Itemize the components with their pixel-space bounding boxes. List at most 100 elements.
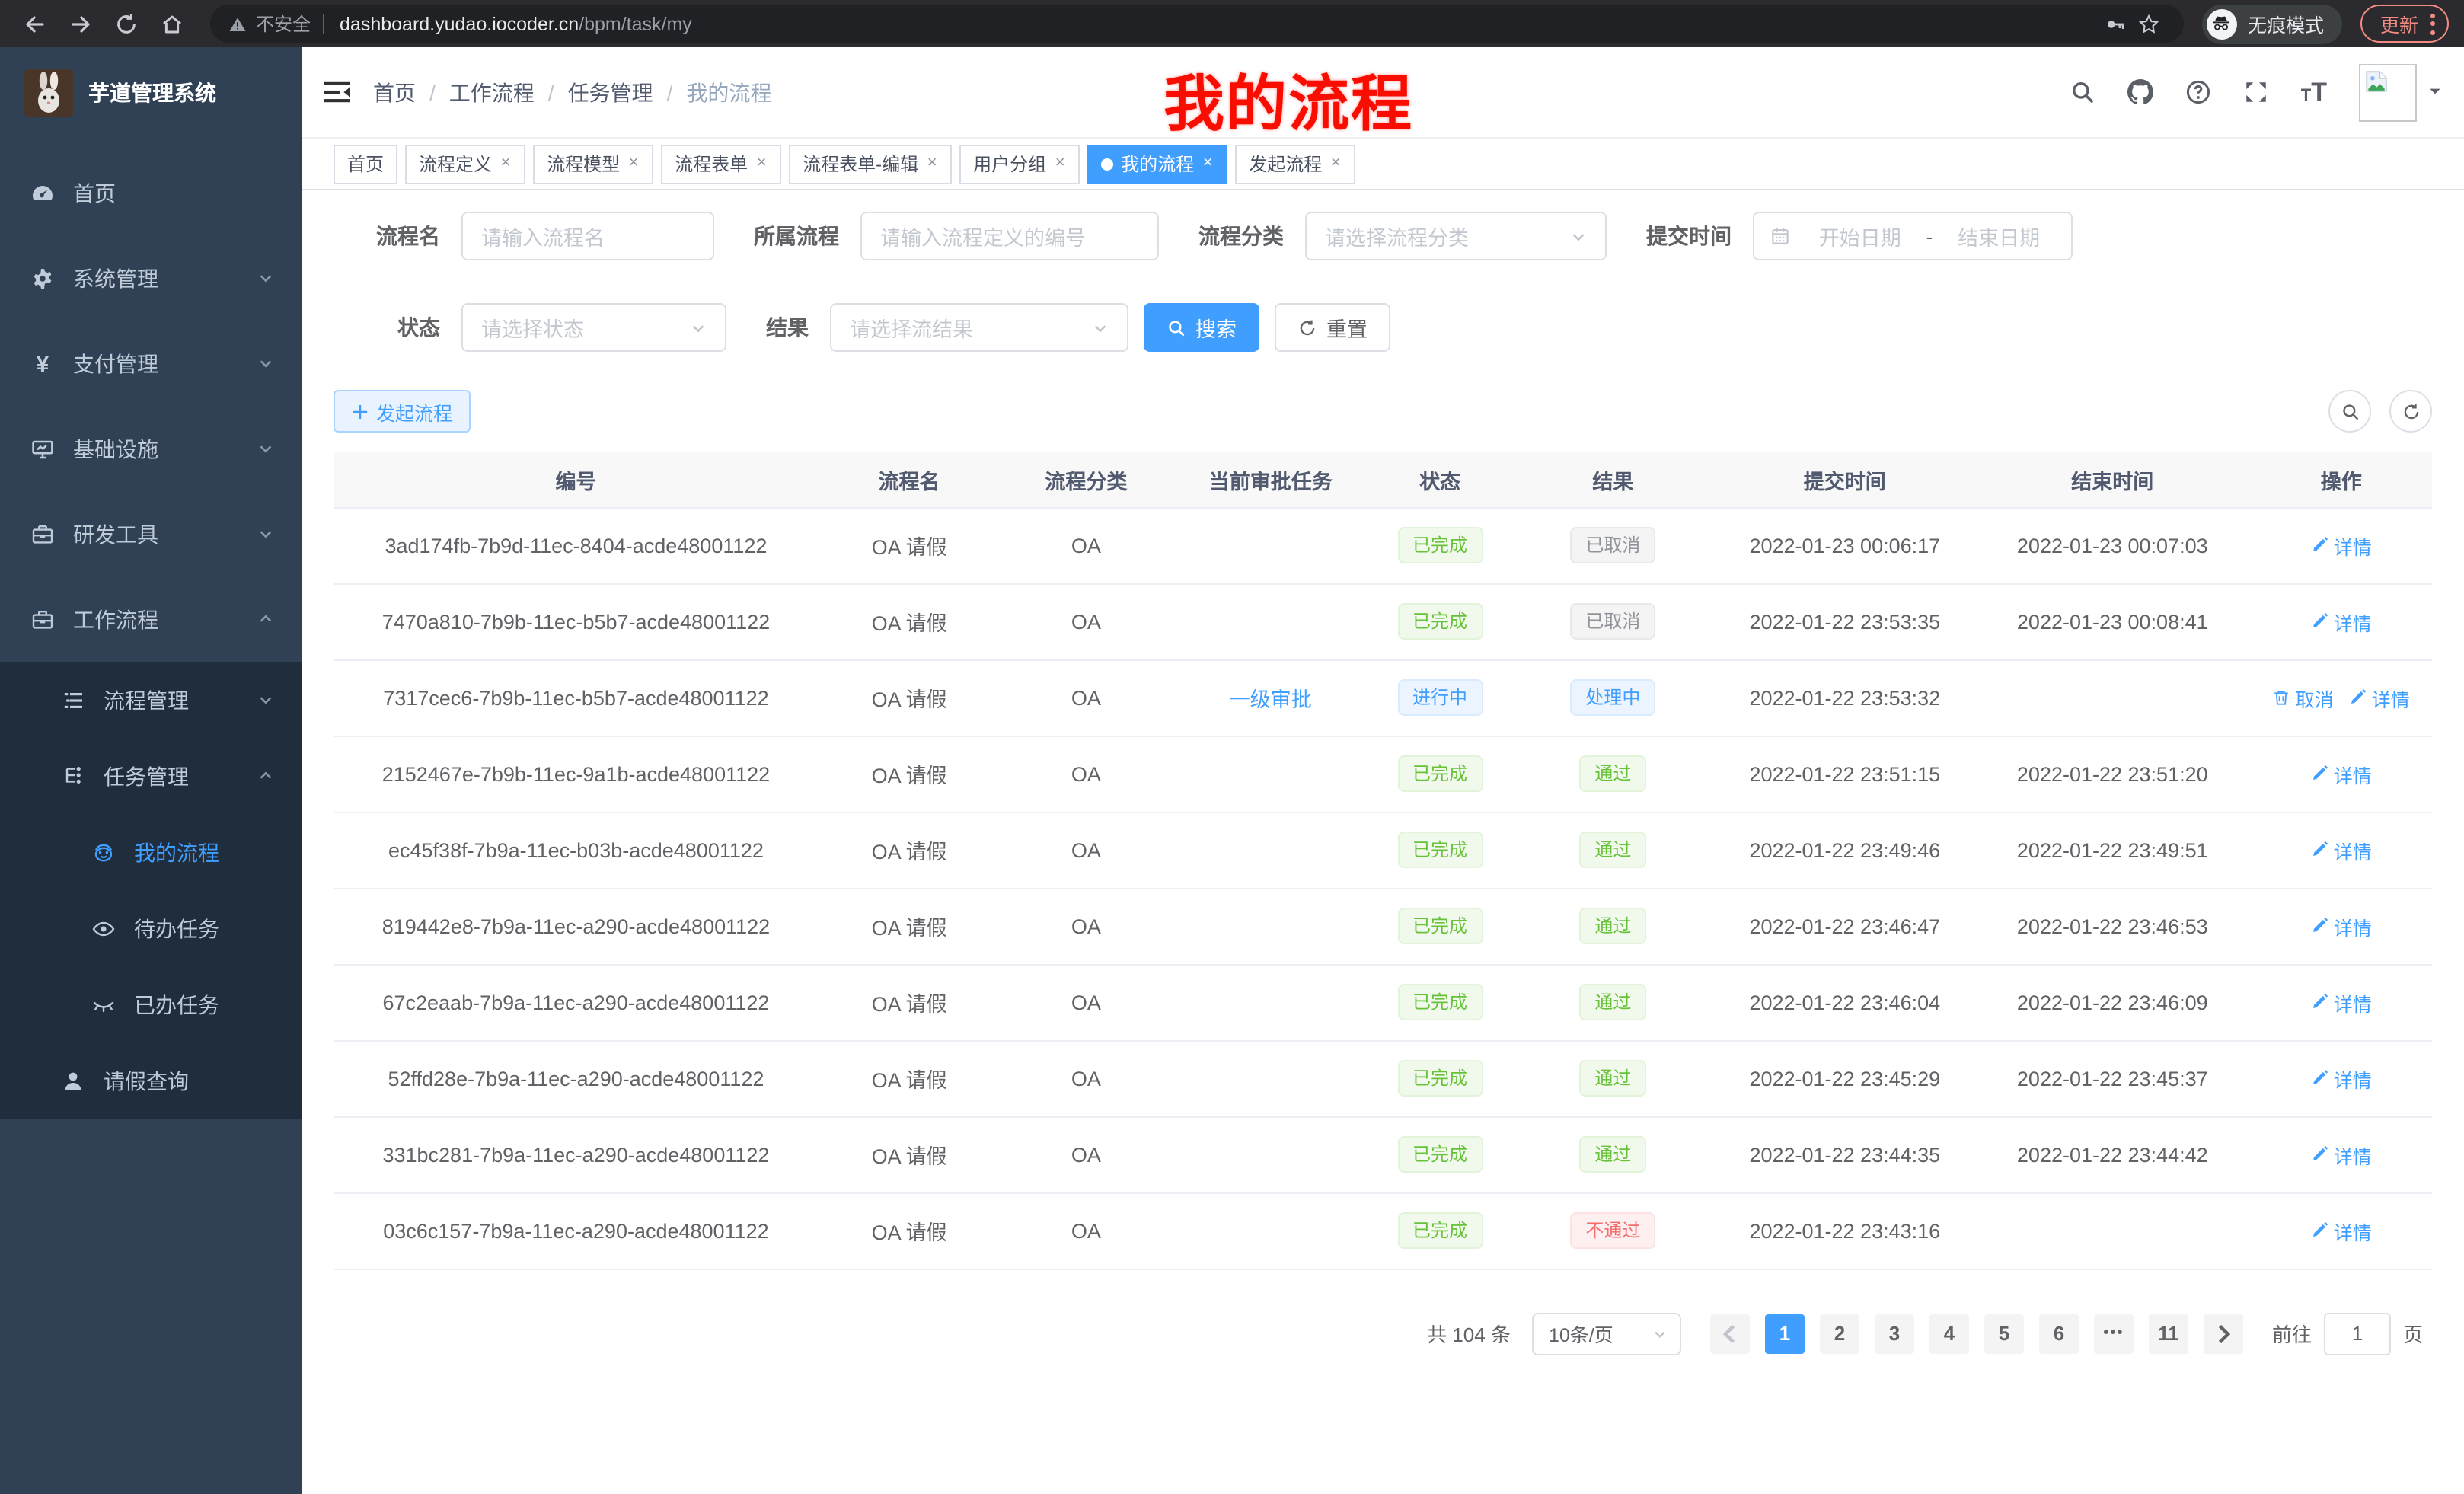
page-button-4[interactable]: 4 <box>1929 1314 1969 1353</box>
page-button-6[interactable]: 6 <box>2039 1314 2079 1353</box>
sidebar-item-流程管理[interactable]: 流程管理 <box>0 662 302 739</box>
sidebar-item-我的流程[interactable]: 我的流程 <box>0 815 302 891</box>
close-icon[interactable]: × <box>500 155 512 172</box>
create-process-button[interactable]: 发起流程 <box>334 390 471 433</box>
browser-menu-icon[interactable] <box>2430 13 2435 34</box>
detail-button[interactable]: 详情 <box>2311 835 2372 864</box>
process-definition-input[interactable]: 请输入流程定义的编号 <box>860 212 1159 260</box>
incognito-label: 无痕模式 <box>2248 9 2324 38</box>
sidebar-item-首页[interactable]: 首页 <box>0 151 302 236</box>
detail-button[interactable]: 详情 <box>2311 607 2372 636</box>
page-button-2[interactable]: 2 <box>1820 1314 1859 1353</box>
sidebar-item-研发工具[interactable]: 研发工具 <box>0 492 302 577</box>
back-icon[interactable] <box>15 4 55 43</box>
home-icon[interactable] <box>152 4 192 43</box>
page-button-11[interactable]: 11 <box>2149 1314 2188 1353</box>
help-icon[interactable] <box>2185 79 2211 105</box>
search-button[interactable]: 搜索 <box>1144 303 1259 352</box>
breadcrumb-item[interactable]: 首页 <box>373 77 416 107</box>
detail-button[interactable]: 详情 <box>2311 531 2372 560</box>
detail-button[interactable]: 详情 <box>2311 988 2372 1017</box>
close-icon[interactable]: × <box>1329 155 1342 172</box>
tab-用户分组[interactable]: 用户分组× <box>959 144 1080 184</box>
more-pages-button[interactable]: ••• <box>2094 1314 2134 1353</box>
user-menu[interactable] <box>2359 63 2443 121</box>
close-icon[interactable]: × <box>1202 155 1214 172</box>
breadcrumb-item[interactable]: 工作流程 <box>449 77 535 107</box>
detail-button[interactable]: 详情 <box>2349 683 2410 712</box>
tab-发起流程[interactable]: 发起流程× <box>1235 144 1355 184</box>
screen: 不安全 dashboard.yudao.iocoder.cn /bpm/task… <box>0 0 2464 1494</box>
sidebar-item-label: 研发工具 <box>73 519 257 550</box>
cell-id: 7470a810-7b9b-11ec-b5b7-acde48001122 <box>334 583 819 659</box>
chevron-down-icon <box>1652 1326 1668 1341</box>
page-button-5[interactable]: 5 <box>1984 1314 2024 1353</box>
tab-流程表单-编辑[interactable]: 流程表单-编辑 × <box>789 144 952 184</box>
breadcrumb-item: 我的流程 <box>686 77 771 107</box>
update-button[interactable]: 更新 <box>2360 5 2449 43</box>
cell-category: OA <box>1000 659 1172 736</box>
toggle-search-button[interactable] <box>2328 390 2371 433</box>
page-button-1[interactable]: 1 <box>1765 1314 1805 1353</box>
github-icon[interactable] <box>2127 79 2153 105</box>
close-icon[interactable]: × <box>627 155 640 172</box>
close-icon[interactable]: × <box>1054 155 1066 172</box>
tab-我的流程[interactable]: 我的流程× <box>1087 144 1227 184</box>
fullscreen-icon[interactable] <box>2243 79 2269 105</box>
detail-button[interactable]: 详情 <box>2311 1140 2372 1169</box>
cell-end-time: 2022-01-22 23:49:51 <box>1974 812 2251 888</box>
sidebar-item-工作流程[interactable]: 工作流程 <box>0 577 302 662</box>
close-icon[interactable]: × <box>755 155 768 172</box>
jump-page-input[interactable]: 1 <box>2324 1312 2391 1355</box>
detail-button[interactable]: 详情 <box>2311 1064 2372 1093</box>
next-page-button[interactable] <box>2204 1314 2243 1353</box>
page-size-select[interactable]: 10条/页 <box>1532 1312 1681 1355</box>
tab-label: 流程表单-编辑 <box>803 151 918 177</box>
sidebar-item-系统管理[interactable]: 系统管理 <box>0 236 302 321</box>
content: 流程名 请输入流程名 所属流程 请输入流程定义的编号 流程分类 请选择流程分类 <box>302 190 2464 1494</box>
tab-流程表单[interactable]: 流程表单× <box>661 144 781 184</box>
process-name-input[interactable]: 请输入流程名 <box>461 212 714 260</box>
cell-id: 331bc281-7b9a-11ec-a290-acde48001122 <box>334 1116 819 1192</box>
submit-time-range[interactable]: 开始日期 - 结束日期 <box>1753 212 2073 260</box>
tab-首页[interactable]: 首页 <box>334 144 397 184</box>
cell-id: 67c2eaab-7b9a-11ec-a290-acde48001122 <box>334 964 819 1040</box>
app-logo[interactable]: 芋道管理系统 <box>0 47 302 139</box>
sidebar-item-已办任务[interactable]: 已办任务 <box>0 967 302 1043</box>
task-link[interactable]: 一级审批 <box>1230 688 1312 711</box>
url-bar[interactable]: 不安全 dashboard.yudao.iocoder.cn /bpm/task… <box>210 5 2184 43</box>
page-button-3[interactable]: 3 <box>1875 1314 1914 1353</box>
cell-process-name: OA 请假 <box>819 1192 1000 1269</box>
detail-button[interactable]: 详情 <box>2311 759 2372 788</box>
sidebar-item-任务管理[interactable]: 任务管理 <box>0 739 302 815</box>
key-icon[interactable] <box>2099 13 2132 34</box>
forward-icon[interactable] <box>61 4 101 43</box>
refresh-button[interactable] <box>2389 390 2432 433</box>
font-size-icon[interactable]: TT <box>2301 77 2327 107</box>
sidebar-item-请假查询[interactable]: 请假查询 <box>0 1043 302 1119</box>
breadcrumb-item[interactable]: 任务管理 <box>568 77 653 107</box>
result-badge: 已取消 <box>1570 603 1655 640</box>
sidebar-item-label: 支付管理 <box>73 349 257 379</box>
close-icon[interactable]: × <box>926 155 938 172</box>
reset-button[interactable]: 重置 <box>1275 303 1390 352</box>
search-icon[interactable] <box>2070 79 2095 105</box>
cancel-button[interactable]: 取消 <box>2273 683 2334 712</box>
tab-流程模型[interactable]: 流程模型× <box>533 144 653 184</box>
category-select[interactable]: 请选择流程分类 <box>1305 212 1607 260</box>
detail-button[interactable]: 详情 <box>2311 1216 2372 1245</box>
reload-icon[interactable] <box>107 4 146 43</box>
cell-end-time: 2022-01-22 23:44:42 <box>1974 1116 2251 1192</box>
bookmark-star-icon[interactable] <box>2132 13 2166 34</box>
detail-button[interactable]: 详情 <box>2311 911 2372 940</box>
cell-process-name: OA 请假 <box>819 507 1000 583</box>
collapse-sidebar-icon[interactable] <box>302 79 373 105</box>
sidebar-item-基础设施[interactable]: 基础设施 <box>0 407 302 492</box>
cell-submit-time: 2022-01-22 23:53:35 <box>1716 583 1974 659</box>
sidebar-item-待办任务[interactable]: 待办任务 <box>0 891 302 967</box>
status-select[interactable]: 请选择状态 <box>461 303 726 352</box>
tab-流程定义[interactable]: 流程定义× <box>405 144 525 184</box>
sidebar-item-支付管理[interactable]: ¥支付管理 <box>0 321 302 407</box>
cell-process-name: OA 请假 <box>819 1040 1000 1116</box>
result-select[interactable]: 请选择流结果 <box>830 303 1128 352</box>
